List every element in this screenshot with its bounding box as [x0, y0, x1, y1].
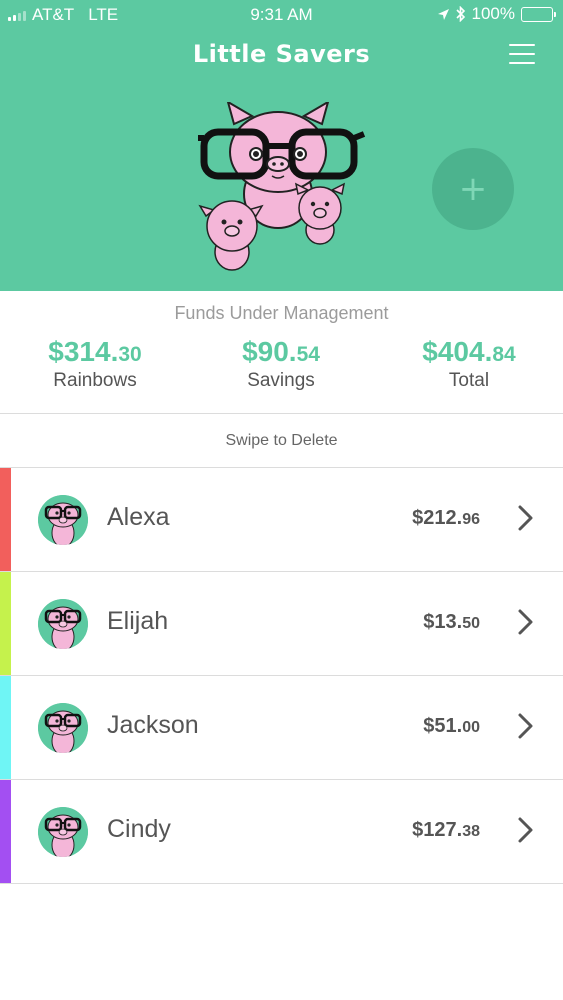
plus-icon: +	[458, 169, 488, 209]
color-bar	[0, 676, 11, 780]
chevron-right-icon	[518, 713, 533, 739]
stat-dollars: $90.	[242, 336, 297, 367]
status-bar: AT&T LTE 9:31 AM 100%	[0, 0, 563, 30]
color-bar	[0, 780, 11, 884]
kid-balance: $127.38	[412, 819, 480, 841]
chevron-right-icon	[518, 609, 533, 635]
hamburger-menu-icon[interactable]	[509, 44, 535, 64]
location-arrow-icon	[437, 8, 449, 20]
header: AT&T LTE 9:31 AM 100% Little Savers +	[0, 0, 563, 291]
bluetooth-icon	[455, 6, 465, 22]
avatar	[38, 599, 88, 649]
battery-percent: 100%	[471, 4, 515, 23]
chevron-right-icon	[518, 505, 533, 531]
battery-icon	[521, 6, 556, 22]
divider	[0, 413, 563, 414]
stat-dollars: $404.	[422, 336, 493, 367]
color-bar	[0, 468, 11, 572]
avatar	[38, 807, 88, 857]
kid-row-jackson[interactable]: Jackson $51.00	[0, 676, 563, 780]
kid-name: Cindy	[107, 815, 171, 843]
funds-title: Funds Under Management	[174, 303, 389, 323]
chevron-right-icon	[518, 817, 533, 843]
kid-balance: $212.96	[412, 507, 480, 529]
stat-savings: $90.54 Savings	[186, 336, 376, 392]
kid-name: Alexa	[107, 503, 170, 531]
color-bar	[0, 572, 11, 676]
kid-row-elijah[interactable]: Elijah $13.50	[0, 572, 563, 676]
stat-cents: 30	[118, 343, 142, 366]
kid-name: Elijah	[107, 607, 169, 635]
kid-row-alexa[interactable]: Alexa $212.96	[0, 468, 563, 572]
swipe-hint: Swipe to Delete	[225, 432, 338, 449]
stat-label: Rainbows	[53, 370, 137, 391]
stat-label: Total	[448, 370, 490, 391]
kid-row-cindy[interactable]: Cindy $127.38	[0, 780, 563, 884]
app-title: Little Savers	[192, 40, 371, 68]
status-right: 100%	[437, 4, 556, 24]
pig-family-mascot	[198, 102, 366, 271]
kid-balance: $51.00	[423, 715, 480, 737]
stat-cents: 54	[296, 343, 320, 366]
stat-total: $404.84 Total	[374, 336, 563, 392]
kid-balance: $13.50	[423, 611, 480, 633]
avatar	[38, 495, 88, 545]
avatar	[38, 703, 88, 753]
stat-cents: 84	[492, 343, 516, 366]
stat-rainbows: $314.30 Rainbows	[0, 336, 190, 392]
stat-label: Savings	[247, 370, 315, 391]
stat-dollars: $314.	[48, 336, 119, 367]
kid-name: Jackson	[107, 711, 199, 739]
add-kid-button[interactable]: +	[432, 148, 514, 230]
